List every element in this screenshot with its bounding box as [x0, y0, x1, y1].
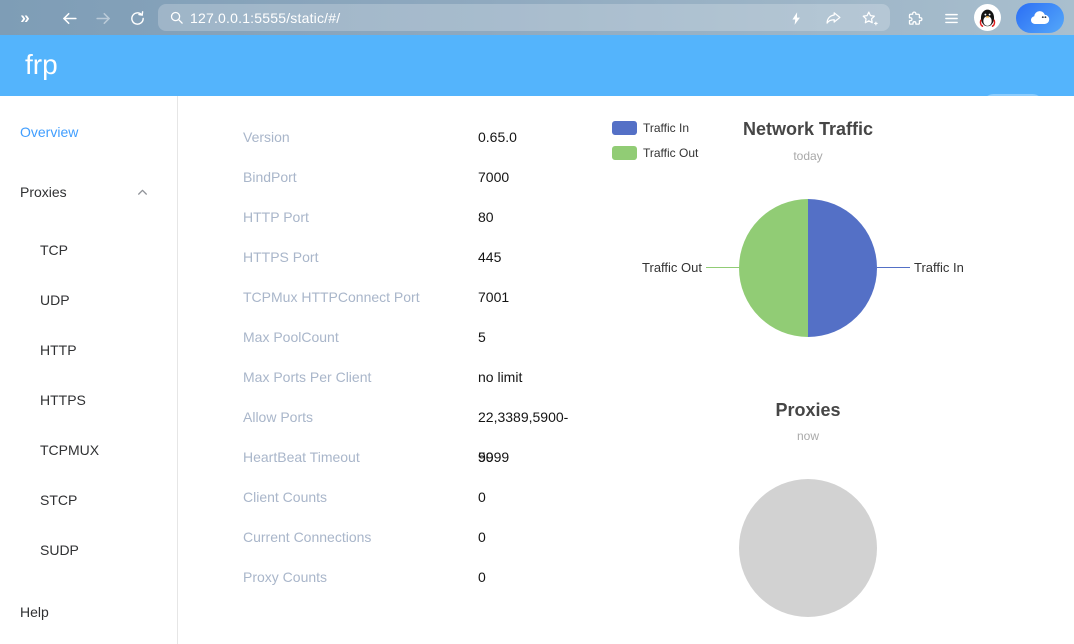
- star-plus-icon: [861, 10, 878, 27]
- search-icon: [169, 10, 184, 25]
- theme-toggle[interactable]: Light: [983, 94, 1043, 115]
- sidebar-item-proxies[interactable]: Proxies: [20, 178, 67, 206]
- back-button[interactable]: [56, 5, 82, 31]
- proxies-chart-title: Proxies: [600, 400, 1016, 421]
- row-value-http-port: 80: [478, 197, 608, 237]
- bookmark-button[interactable]: [856, 5, 882, 31]
- row-value-bindport: 7000: [478, 157, 608, 197]
- row-label-http-port: HTTP Port: [243, 197, 468, 237]
- row-value-current-connections: 0: [478, 517, 608, 557]
- row-value-proxy-counts: 0: [478, 557, 608, 597]
- toggle-knob-icon: [985, 96, 1002, 113]
- legend-label-traffic-out: Traffic Out: [643, 146, 698, 160]
- pie-label-traffic-in: Traffic In: [914, 260, 1014, 276]
- row-label-proxy-counts: Proxy Counts: [243, 557, 468, 597]
- row-value-https-port: 445: [478, 237, 608, 277]
- row-value-tcpmux-port: 7001: [478, 277, 608, 317]
- row-label-tcpmux-port: TCPMux HTTPConnect Port: [243, 277, 468, 317]
- pie-labelline-traffic-in: [877, 267, 910, 268]
- app-header: frp Light: [0, 35, 1074, 96]
- chevron-up-icon[interactable]: [136, 178, 150, 206]
- proxies-chart-subtitle: now: [600, 429, 1016, 443]
- share-forward-icon: [825, 10, 842, 27]
- row-value-version: 0.65.0: [478, 117, 608, 157]
- row-label-current-connections: Current Connections: [243, 517, 468, 557]
- legend-swatch-traffic-out: [612, 146, 637, 160]
- row-label-max-ports: Max Ports Per Client: [243, 357, 468, 397]
- proxies-empty-pie[interactable]: [739, 479, 877, 617]
- arrow-right-icon: [94, 9, 113, 28]
- row-label-https-port: HTTPS Port: [243, 237, 468, 277]
- extensions-button[interactable]: [902, 5, 928, 31]
- cloud-icon: [1027, 5, 1053, 31]
- legend-swatch-traffic-in: [612, 121, 637, 135]
- sidebar-item-sudp[interactable]: SUDP: [40, 536, 79, 564]
- row-label-max-poolcount: Max PoolCount: [243, 317, 468, 357]
- row-label-allow-ports: Allow Ports: [243, 397, 468, 437]
- row-label-heartbeat: HeartBeat Timeout: [243, 437, 468, 477]
- sidebar-item-udp[interactable]: UDP: [40, 286, 70, 314]
- account-avatar[interactable]: [974, 4, 1001, 31]
- row-label-bindport: BindPort: [243, 157, 468, 197]
- reload-icon: [129, 10, 146, 27]
- row-label-client-counts: Client Counts: [243, 477, 468, 517]
- row-label-version: Version: [243, 117, 468, 157]
- url-text[interactable]: 127.0.0.1:5555/static/#/: [190, 10, 340, 26]
- hamburger-icon: [943, 10, 960, 27]
- app-logo: frp: [25, 49, 58, 81]
- row-value-allow-ports: 22,3389,5900-5999: [478, 397, 582, 437]
- row-value-max-poolcount: 5: [478, 317, 608, 357]
- row-value-client-counts: 0: [478, 477, 608, 517]
- sidebar-item-overview[interactable]: Overview: [20, 118, 78, 146]
- sidebar-item-tcpmux[interactable]: TCPMUX: [40, 436, 99, 464]
- legend-label-traffic-in: Traffic In: [643, 121, 689, 135]
- qq-penguin-icon: [977, 7, 998, 28]
- browser-chrome: » 127.0.0.1:5555/static/#/: [0, 0, 1074, 35]
- pie-label-traffic-out: Traffic Out: [600, 260, 702, 276]
- forward-button[interactable]: [90, 5, 116, 31]
- reload-button[interactable]: [124, 5, 150, 31]
- legend-item-traffic-out[interactable]: Traffic Out: [612, 146, 698, 160]
- quick-tool-button[interactable]: [783, 5, 809, 31]
- lightning-icon: [789, 11, 804, 26]
- pie-labelline-traffic-out: [706, 267, 739, 268]
- arrow-left-icon: [60, 9, 79, 28]
- sidebar-item-http[interactable]: HTTP: [40, 336, 77, 364]
- legend-item-traffic-in[interactable]: Traffic In: [612, 121, 689, 135]
- sidebar-item-https[interactable]: HTTPS: [40, 386, 86, 414]
- cloud-sync-button[interactable]: [1016, 3, 1064, 33]
- sidebar-item-stcp[interactable]: STCP: [40, 486, 77, 514]
- sidebar-item-help[interactable]: Help: [20, 598, 49, 626]
- tabs-overflow-icon[interactable]: »: [12, 5, 38, 31]
- row-value-max-ports: no limit: [478, 357, 608, 397]
- share-button[interactable]: [820, 5, 846, 31]
- address-bar[interactable]: 127.0.0.1:5555/static/#/: [158, 4, 890, 31]
- sidebar-item-tcp[interactable]: TCP: [40, 236, 68, 264]
- network-traffic-pie[interactable]: [739, 199, 877, 337]
- menu-button[interactable]: [938, 5, 964, 31]
- puzzle-piece-icon: [907, 10, 924, 27]
- theme-toggle-label: Light: [1004, 97, 1032, 112]
